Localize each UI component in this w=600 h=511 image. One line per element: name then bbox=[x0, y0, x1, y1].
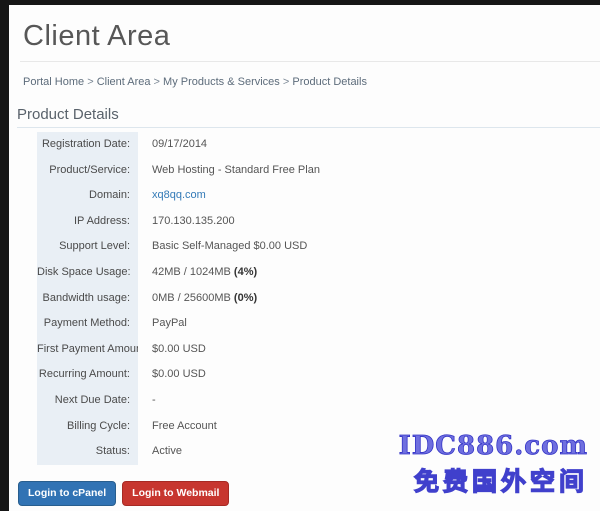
row-label: Bandwidth usage: bbox=[37, 286, 138, 312]
row-value: 170.130.135.200 bbox=[138, 209, 600, 235]
login-webmail-button[interactable]: Login to Webmail bbox=[122, 481, 229, 506]
row-value: 42MB / 1024MB (4%) bbox=[138, 260, 600, 286]
breadcrumb-item[interactable]: My Products & Services bbox=[163, 76, 280, 88]
row-value: Free Account bbox=[138, 414, 600, 440]
table-row: Disk Space Usage:42MB / 1024MB (4%) bbox=[37, 260, 600, 286]
row-label: Registration Date: bbox=[37, 132, 138, 158]
breadcrumb-item: Product Details bbox=[292, 76, 367, 88]
row-value: Active bbox=[138, 439, 600, 465]
breadcrumb-item[interactable]: Client Area bbox=[97, 76, 151, 88]
breadcrumb: Portal Home > Client Area > My Products … bbox=[23, 76, 367, 88]
usage-percent: (0%) bbox=[231, 292, 257, 304]
row-label: IP Address: bbox=[37, 209, 138, 235]
table-row: First Payment Amount:$0.00 USD bbox=[37, 337, 600, 363]
table-row: Next Due Date:- bbox=[37, 388, 600, 414]
row-value: 09/17/2014 bbox=[138, 132, 600, 158]
row-value: $0.00 USD bbox=[138, 362, 600, 388]
top-border-bar bbox=[0, 0, 600, 5]
client-area-page: Client Area Portal Home > Client Area > … bbox=[0, 0, 600, 511]
row-value: Web Hosting - Standard Free Plan bbox=[138, 158, 600, 184]
row-label: Payment Method: bbox=[37, 311, 138, 337]
row-label: Support Level: bbox=[37, 234, 138, 260]
section-title: Product Details bbox=[17, 106, 119, 123]
table-row: Payment Method:PayPal bbox=[37, 311, 600, 337]
page-title: Client Area bbox=[23, 20, 170, 53]
table-row: Billing Cycle:Free Account bbox=[37, 414, 600, 440]
section-divider bbox=[17, 127, 600, 128]
table-row: IP Address:170.130.135.200 bbox=[37, 209, 600, 235]
action-buttons: Login to cPanel Login to Webmail bbox=[18, 481, 229, 506]
row-value: - bbox=[138, 388, 600, 414]
row-label: First Payment Amount: bbox=[37, 337, 138, 363]
table-row: Recurring Amount:$0.00 USD bbox=[37, 362, 600, 388]
row-value: PayPal bbox=[138, 311, 600, 337]
table-row: Support Level:Basic Self-Managed $0.00 U… bbox=[37, 234, 600, 260]
left-border-bar bbox=[0, 0, 9, 511]
watermark-chinese-text: 免费国外空间 bbox=[414, 462, 588, 498]
header-divider bbox=[20, 61, 600, 62]
row-value: Basic Self-Managed $0.00 USD bbox=[138, 234, 600, 260]
row-label: Domain: bbox=[37, 183, 138, 209]
breadcrumb-separator: > bbox=[151, 76, 164, 88]
table-row: Domain: xq8qq.com bbox=[37, 183, 600, 209]
breadcrumb-separator: > bbox=[84, 76, 97, 88]
row-label: Disk Space Usage: bbox=[37, 260, 138, 286]
table-row: Product/Service:Web Hosting - Standard F… bbox=[37, 158, 600, 184]
table-row: Bandwidth usage:0MB / 25600MB (0%) bbox=[37, 286, 600, 312]
usage-percent: (4%) bbox=[231, 266, 257, 278]
table-row: Registration Date:09/17/2014 bbox=[37, 132, 600, 158]
row-value: xq8qq.com bbox=[138, 183, 600, 209]
breadcrumb-item[interactable]: Portal Home bbox=[23, 76, 84, 88]
login-cpanel-button[interactable]: Login to cPanel bbox=[18, 481, 116, 506]
row-value: $0.00 USD bbox=[138, 337, 600, 363]
domain-link[interactable]: xq8qq.com bbox=[152, 189, 206, 201]
row-label: Recurring Amount: bbox=[37, 362, 138, 388]
table-row: Status:Active bbox=[37, 439, 600, 465]
row-label: Next Due Date: bbox=[37, 388, 138, 414]
row-value: 0MB / 25600MB (0%) bbox=[138, 286, 600, 312]
row-label: Billing Cycle: bbox=[37, 414, 138, 440]
breadcrumb-separator: > bbox=[280, 76, 293, 88]
row-label: Status: bbox=[37, 439, 138, 465]
product-details-table: Registration Date:09/17/2014Product/Serv… bbox=[37, 132, 600, 465]
row-label: Product/Service: bbox=[37, 158, 138, 184]
